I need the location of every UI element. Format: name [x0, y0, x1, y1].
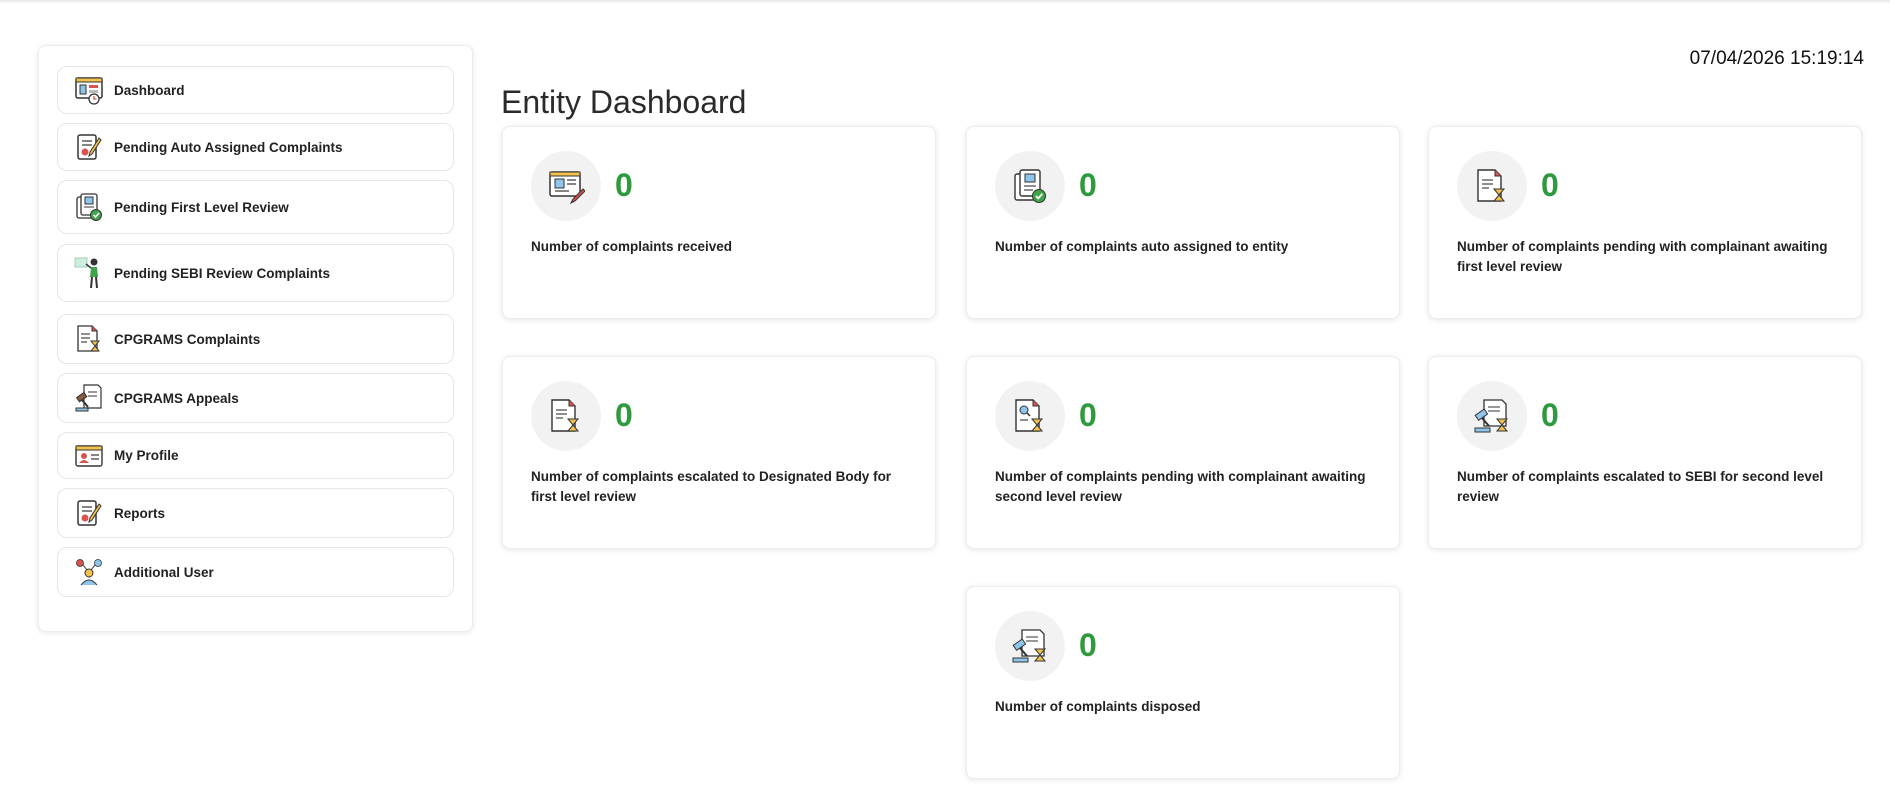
sidebar-item-additional-user[interactable]: Additional User [57, 547, 454, 597]
stat-count: 0 [1079, 397, 1097, 433]
sidebar-item-label: CPGRAMS Appeals [114, 390, 239, 406]
stat-description: Number of complaints pending with compla… [995, 469, 1366, 504]
sidebar-item-pending-first-level-review[interactable]: Pending First Level Review [57, 180, 454, 234]
sidebar-item-reports[interactable]: Reports [57, 488, 454, 538]
sidebar-item-my-profile[interactable]: My Profile [57, 432, 454, 479]
sidebar-item-pending-auto-assigned[interactable]: Pending Auto Assigned Complaints [57, 123, 454, 171]
document-check-icon [74, 192, 104, 222]
sidebar-item-label: Dashboard [114, 82, 185, 98]
stat-count: 0 [615, 167, 633, 203]
gavel-hourglass-icon [995, 611, 1065, 681]
stat-count: 0 [1079, 167, 1097, 203]
sidebar-item-pending-sebi-review[interactable]: Pending SEBI Review Complaints [57, 244, 454, 302]
stat-count: 0 [1541, 397, 1559, 433]
sidebar-item-label: Pending First Level Review [114, 199, 289, 215]
stat-card-awaiting-second-level[interactable]: 0 Number of complaints pending with comp… [966, 356, 1400, 549]
dashboard-icon [74, 75, 104, 105]
users-icon [74, 557, 104, 587]
stat-count: 0 [1541, 167, 1559, 203]
stat-count: 0 [615, 397, 633, 433]
stat-card-escalated-sebi[interactable]: 0 Number of complaints escalated to SEBI… [1428, 356, 1862, 549]
stat-card-awaiting-first-level[interactable]: 0 Number of complaints pending with comp… [1428, 126, 1862, 319]
complaint-form-icon [531, 151, 601, 221]
sidebar-item-label: Pending SEBI Review Complaints [114, 265, 331, 281]
stat-description: Number of complaints received [531, 239, 733, 254]
stat-description: Number of complaints auto assigned to en… [995, 239, 1289, 254]
current-datetime: 07/04/2026 15:19:14 [1689, 48, 1864, 69]
stat-count: 0 [1079, 627, 1097, 663]
stat-description: Number of complaints escalated to SEBI f… [1457, 469, 1824, 504]
sidebar-item-cpgrams-appeals[interactable]: CPGRAMS Appeals [57, 373, 454, 423]
sidebar-item-label: Additional User [114, 564, 214, 580]
id-card-icon [74, 441, 104, 471]
stat-description: Number of complaints escalated to Design… [531, 469, 892, 504]
presenter-icon [74, 257, 104, 289]
report-icon [74, 498, 104, 528]
document-pen-icon [74, 132, 104, 162]
stat-card-auto-assigned[interactable]: 0 Number of complaints auto assigned to … [966, 126, 1400, 319]
document-search-hourglass-icon [995, 381, 1065, 451]
sidebar-item-label: Reports [114, 505, 166, 521]
sidebar-item-label: My Profile [114, 448, 179, 463]
stat-description: Number of complaints pending with compla… [1457, 239, 1828, 274]
sidebar-item-cpgrams-complaints[interactable]: CPGRAMS Complaints [57, 314, 454, 364]
gavel-hourglass-icon [1457, 381, 1527, 451]
sidebar-menu: Dashboard Pending Auto Assigned Complain… [38, 45, 473, 632]
document-hourglass-icon [74, 324, 104, 354]
document-hourglass-icon [1457, 151, 1527, 221]
stat-card-escalated-designated-body[interactable]: 0 Number of complaints escalated to Desi… [502, 356, 936, 549]
sidebar-item-label: Pending Auto Assigned Complaints [114, 139, 343, 155]
document-check-icon [995, 151, 1065, 221]
page-title: Entity Dashboard [501, 84, 747, 120]
document-hourglass-icon [531, 381, 601, 451]
gavel-icon [74, 383, 104, 413]
stat-card-received[interactable]: 0 Number of complaints received [502, 126, 936, 319]
top-shadow [0, 0, 1890, 4]
stat-description: Number of complaints disposed [995, 699, 1201, 714]
sidebar-item-dashboard[interactable]: Dashboard [57, 66, 454, 114]
stat-card-disposed[interactable]: 0 Number of complaints disposed [966, 586, 1400, 779]
sidebar-item-label: CPGRAMS Complaints [114, 331, 261, 347]
